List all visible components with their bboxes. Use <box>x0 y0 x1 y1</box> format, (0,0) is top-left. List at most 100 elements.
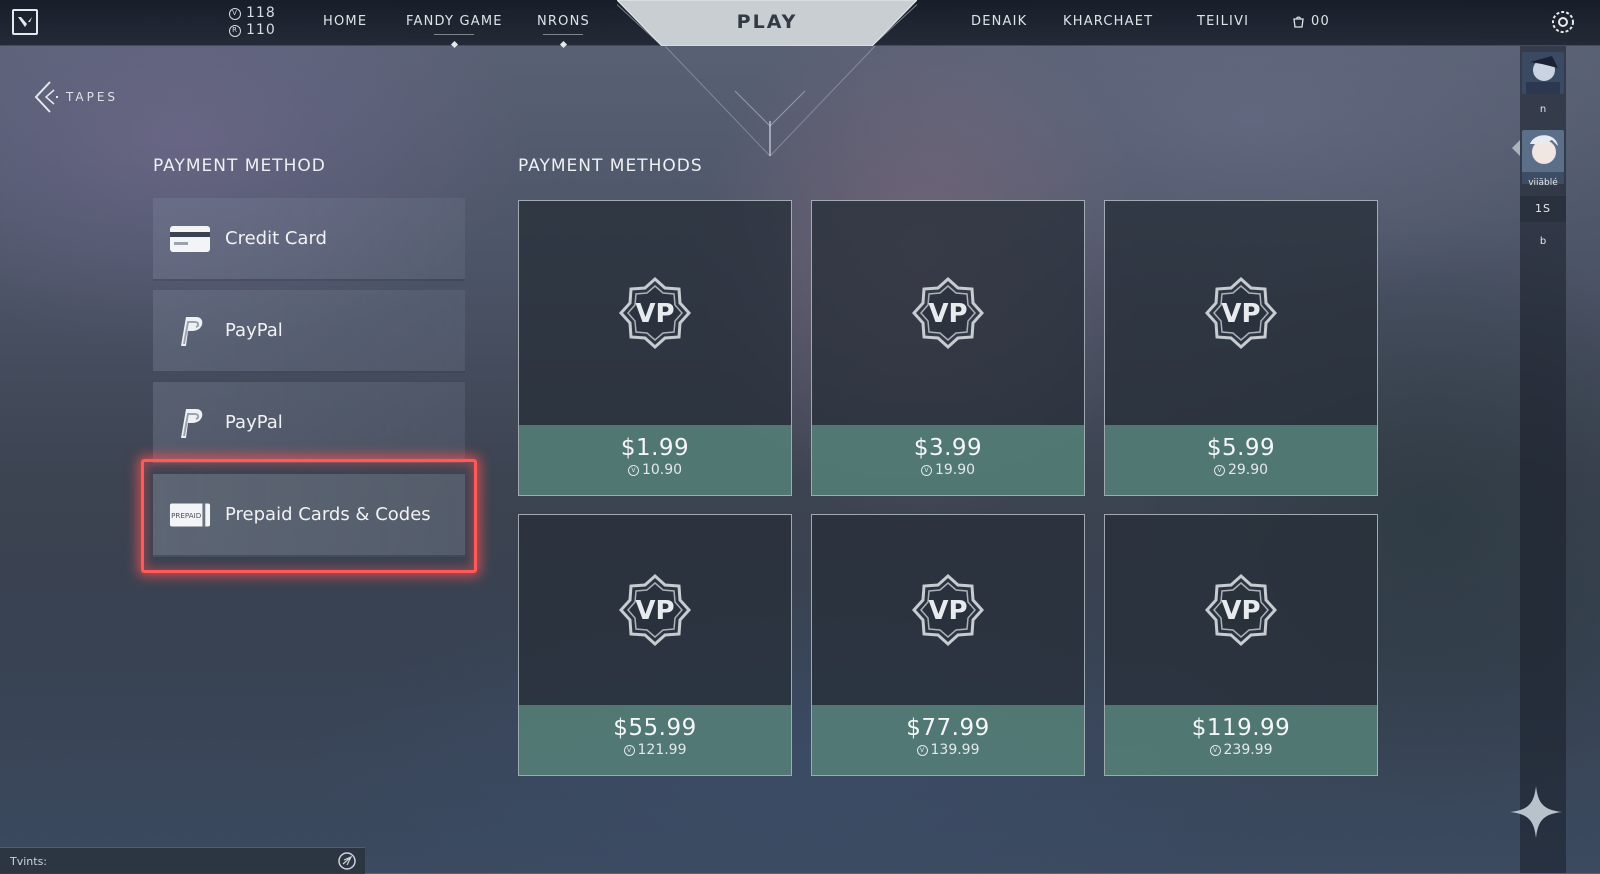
settings-gear-icon <box>1552 11 1574 33</box>
vp-pack-points-value: 121.99 <box>637 742 687 758</box>
vp-pack-points: V 29.90 <box>1105 462 1377 478</box>
vp-pack-card[interactable]: VP $1.99 V 10.90 <box>518 200 792 496</box>
vp-pack-art: VP <box>812 201 1084 425</box>
back-chevron-icon <box>34 81 58 113</box>
nav-fandy-game[interactable]: FANDY GAME <box>406 14 503 49</box>
nav-underline <box>434 34 475 35</box>
valorant-points-icon: V <box>627 464 639 476</box>
avatar-image <box>1522 52 1564 94</box>
prepaid-card-text: PREPAID <box>171 510 202 519</box>
valorant-points-icon: V <box>1209 744 1221 756</box>
back-button[interactable]: TAPES <box>32 80 118 114</box>
back-label: TAPES <box>66 90 119 104</box>
vp-pack-art: VP <box>1105 201 1377 425</box>
nav-indicator-dot <box>559 40 568 49</box>
vp-pack-points-value: 139.99 <box>930 742 980 758</box>
vp-pack-points-value: 29.90 <box>1227 462 1269 478</box>
vp-pack-price: $55.99 <box>613 715 697 741</box>
chat-placeholder: Tvints: <box>10 854 48 868</box>
nav-indicator-dot <box>450 40 458 49</box>
vp-pack-price-band: $119.99 V 239.99 <box>1105 705 1377 775</box>
vp-pack-points: V 121.99 <box>519 742 791 758</box>
vp-pack-art: VP <box>1105 515 1377 705</box>
vp-pack-points-value: 10.90 <box>641 462 683 478</box>
vp-pack-price: $77.99 <box>906 715 990 741</box>
vp-pack-points-value: 239.99 <box>1223 742 1273 758</box>
valorant-points-icon: V <box>229 7 241 20</box>
play-button[interactable]: PLAY <box>617 0 917 46</box>
nav-teilivi[interactable]: TEILIVI <box>1197 14 1249 29</box>
vp-pack-art: VP <box>812 515 1084 705</box>
valorant-logo-button[interactable] <box>12 9 38 35</box>
vp-pack-price-band: $5.99 V 29.90 <box>1105 425 1377 495</box>
nav-underline <box>543 34 584 35</box>
vp-badge-icon: VP <box>1204 276 1278 350</box>
vp-pack-price-band: $77.99 V 139.99 <box>812 705 1084 775</box>
player-avatar[interactable] <box>1522 130 1564 184</box>
paypal-icon <box>169 408 211 438</box>
radianite-icon: R <box>229 24 241 37</box>
valorant-points-balance: V 118 <box>229 5 276 22</box>
vp-pack-card[interactable]: VP $119.99 V 239.99 <box>1104 514 1378 776</box>
credit-card-icon <box>169 225 211 253</box>
nav-nrons[interactable]: NRONS <box>537 14 590 49</box>
radianite-balance: R 110 <box>229 22 276 39</box>
vp-pack-price: $5.99 <box>1206 435 1276 461</box>
vp-pack-points: V 139.99 <box>812 742 1084 758</box>
valorant-logo-icon <box>18 17 32 27</box>
vp-pack-card[interactable]: VP $55.99 V 121.99 <box>518 514 792 776</box>
vp-badge-text: VP <box>635 596 674 626</box>
vp-badge-text: VP <box>635 299 674 329</box>
vp-pack-points: V 10.90 <box>519 462 791 478</box>
vp-pack-price-band: $55.99 V 121.99 <box>519 705 791 775</box>
valorant-points-icon: V <box>623 744 635 756</box>
vp-pack-price-band: $3.99 V 19.90 <box>812 425 1084 495</box>
vp-badge-icon: VP <box>911 573 985 647</box>
valorant-points-icon: V <box>916 744 928 756</box>
sidebar-label: n <box>1539 104 1547 115</box>
collapse-arrow-icon[interactable] <box>1511 140 1521 156</box>
store-button[interactable]: 00 <box>1292 14 1330 29</box>
vp-badge-icon: VP <box>1204 573 1278 647</box>
player-name-label: viiāblé <box>1528 178 1558 188</box>
vp-pack-points-value: 19.90 <box>934 462 976 478</box>
top-navigation-bar: V 118 R 110 HOME FANDY GAME NRONS PLAY D… <box>0 0 1600 49</box>
sparkle-icon <box>1510 786 1562 838</box>
payment-option-credit-card[interactable]: Credit Card <box>153 198 465 281</box>
vp-pack-price-band: $1.99 V 10.90 <box>519 425 791 495</box>
payment-option-paypal[interactable]: PayPal <box>153 290 465 373</box>
payment-methods-title: PAYMENT METHODS <box>518 156 703 176</box>
vp-pack-card[interactable]: VP $5.99 V 29.90 <box>1104 200 1378 496</box>
nav-kharchaet[interactable]: KHARCHAET <box>1063 14 1153 29</box>
valorant-points-icon: V <box>1213 464 1225 476</box>
chat-send-icon[interactable] <box>337 851 357 871</box>
vp-pack-price: $119.99 <box>1191 715 1291 741</box>
vp-badge-text: VP <box>1221 299 1260 329</box>
payment-option-prepaid-cards[interactable]: PREPAID Prepaid Cards & Codes <box>153 474 465 557</box>
sidebar-count-box: 1S <box>1520 196 1566 222</box>
vp-pack-art: VP <box>519 201 791 425</box>
store-bag-icon <box>1293 16 1304 28</box>
vp-pack-points: V 239.99 <box>1105 742 1377 758</box>
payment-method-title: PAYMENT METHOD <box>153 156 326 176</box>
payment-option-paypal-2[interactable]: PayPal <box>153 382 465 465</box>
chat-input[interactable]: Tvints: <box>0 847 365 874</box>
settings-button[interactable] <box>1550 9 1576 35</box>
avatar-image <box>1522 130 1564 184</box>
vp-pack-points: V 19.90 <box>812 462 1084 478</box>
sidebar-label: b <box>1539 236 1547 247</box>
nav-denaik[interactable]: DENAIK <box>971 14 1027 29</box>
vp-badge-text: VP <box>928 596 967 626</box>
vp-pack-card[interactable]: VP $3.99 V 19.90 <box>811 200 1085 496</box>
vp-badge-icon: VP <box>618 573 692 647</box>
vp-pack-art: VP <box>519 515 791 705</box>
currency-display: V 118 R 110 <box>229 5 276 39</box>
nav-home[interactable]: HOME <box>323 14 367 29</box>
friends-sidebar: n viiāblé 1S b <box>1520 46 1566 873</box>
vp-pack-price: $1.99 <box>620 435 690 461</box>
vp-badge-icon: VP <box>911 276 985 350</box>
vp-badge-text: VP <box>1221 596 1260 626</box>
friend-avatar[interactable] <box>1522 52 1564 94</box>
vp-pack-card[interactable]: VP $77.99 V 139.99 <box>811 514 1085 776</box>
prepaid-card-icon: PREPAID <box>169 501 211 529</box>
